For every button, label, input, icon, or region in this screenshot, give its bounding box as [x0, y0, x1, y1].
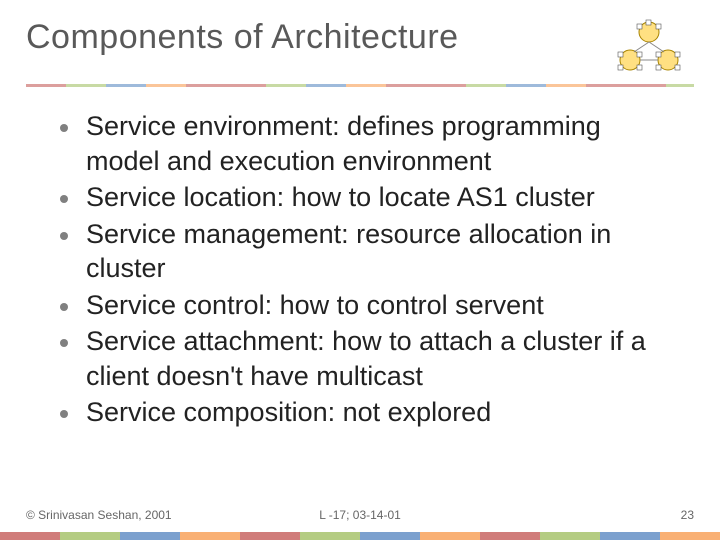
bullet-icon: [60, 303, 68, 311]
footer-page-number: 23: [681, 508, 694, 522]
footer-lecture-id: L -17; 03-14-01: [319, 508, 401, 522]
list-item: Service environment: defines programming…: [60, 109, 680, 178]
slide: Components of Architecture: [0, 0, 720, 540]
list-item: Service control: how to control servent: [60, 288, 680, 323]
network-cluster-icon: [604, 18, 694, 78]
footer: © Srinivasan Seshan, 2001 L -17; 03-14-0…: [0, 508, 720, 522]
bullet-icon: [60, 410, 68, 418]
slide-title: Components of Architecture: [26, 18, 459, 57]
bullet-text: Service environment: defines programming…: [86, 109, 680, 178]
bullet-text: Service composition: not explored: [86, 395, 491, 430]
bullet-icon: [60, 195, 68, 203]
footer-bar: [0, 532, 720, 540]
bullet-text: Service attachment: how to attach a clus…: [86, 324, 680, 393]
title-row: Components of Architecture: [0, 0, 720, 78]
bullet-icon: [60, 232, 68, 240]
bullet-text: Service control: how to control servent: [86, 288, 544, 323]
bullet-icon: [60, 124, 68, 132]
bullet-list: Service environment: defines programming…: [60, 109, 680, 430]
list-item: Service attachment: how to attach a clus…: [60, 324, 680, 393]
list-item: Service composition: not explored: [60, 395, 680, 430]
list-item: Service location: how to locate AS1 clus…: [60, 180, 680, 215]
title-underline: [26, 84, 694, 87]
slide-body: Service environment: defines programming…: [0, 87, 720, 430]
bullet-text: Service management: resource allocation …: [86, 217, 680, 286]
list-item: Service management: resource allocation …: [60, 217, 680, 286]
bullet-text: Service location: how to locate AS1 clus…: [86, 180, 595, 215]
footer-copyright: © Srinivasan Seshan, 2001: [26, 508, 172, 522]
bullet-icon: [60, 339, 68, 347]
